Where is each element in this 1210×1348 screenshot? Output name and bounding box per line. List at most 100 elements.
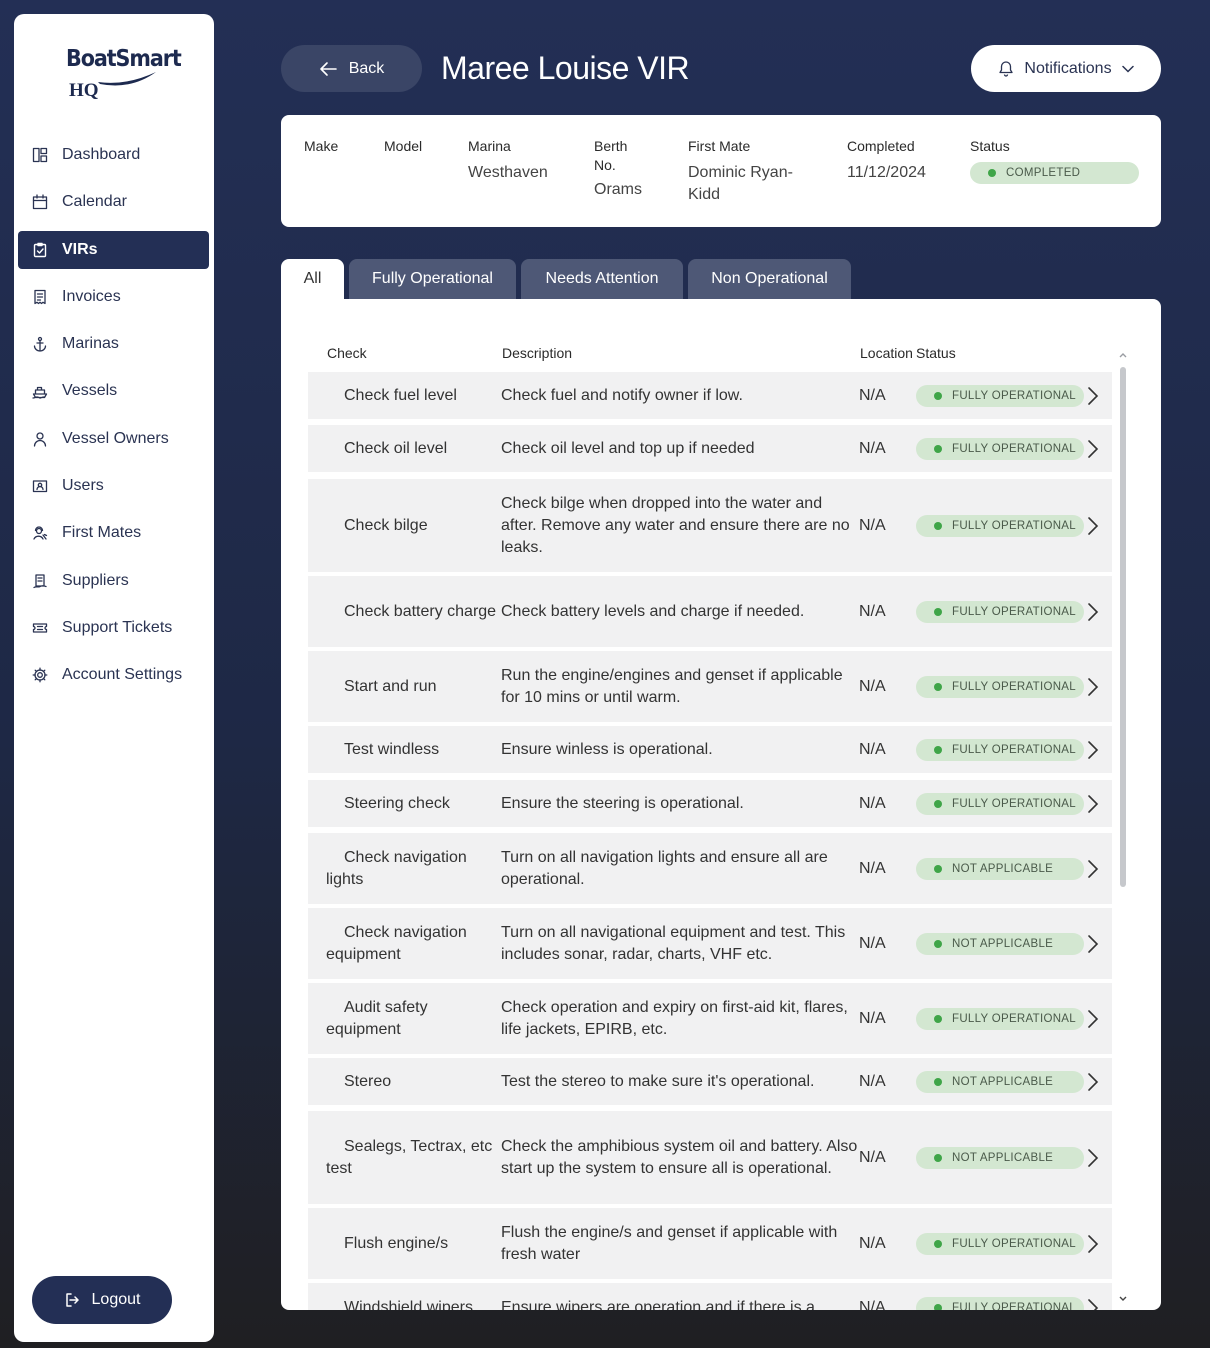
status-dot (934, 1304, 942, 1310)
chevron-right-icon[interactable] (1086, 794, 1100, 814)
notifications-button[interactable]: Notifications (971, 45, 1161, 92)
row-status-badge: FULLY OPERATIONAL (916, 1232, 1084, 1255)
chevron-right-icon[interactable] (1086, 439, 1100, 459)
table-row[interactable]: Check navigation lights Turn on all navig… (308, 833, 1112, 904)
sidebar-item-label: VIRs (62, 240, 98, 258)
row-location: N/A (859, 1299, 886, 1310)
table-row[interactable]: Windshield wipers Ensure wipers are opera… (308, 1283, 1112, 1310)
sidebar-item-label: Suppliers (62, 571, 129, 589)
status-badge: COMPLETED (970, 162, 1139, 184)
table-row[interactable]: Start and run Run the engine/engines and … (308, 651, 1112, 722)
row-status-badge: FULLY OPERATIONAL (916, 600, 1084, 623)
scroll-down-icon[interactable] (1118, 1295, 1128, 1303)
row-check: Steering check (344, 794, 450, 812)
row-location: N/A (859, 1072, 886, 1090)
sidebar-item-dashboard[interactable]: Dashboard (18, 136, 209, 174)
info-make: Make (304, 138, 339, 154)
row-status-badge: NOT APPLICABLE (916, 1146, 1084, 1169)
chevron-right-icon[interactable] (1086, 1009, 1100, 1029)
ticket-icon (32, 620, 48, 636)
tab-non-operational[interactable]: Non Operational (688, 259, 851, 299)
sidebar-item-first-mates[interactable]: First Mates (18, 514, 209, 552)
sidebar-item-invoices[interactable]: Invoices (18, 278, 209, 316)
tab-all[interactable]: All (281, 259, 344, 299)
table-row[interactable]: Flush engine/s Flush the engine/s and gen… (308, 1208, 1112, 1279)
row-status-badge: NOT APPLICABLE (916, 932, 1084, 955)
row-status-badge: FULLY OPERATIONAL (916, 437, 1084, 460)
table-row[interactable]: Stereo Test the stereo to make sure it's … (308, 1058, 1112, 1105)
chevron-right-icon[interactable] (1086, 934, 1100, 954)
info-marina: Marina Westhaven (468, 138, 548, 181)
chevron-right-icon[interactable] (1086, 740, 1100, 760)
chevron-right-icon[interactable] (1086, 677, 1100, 697)
row-location: N/A (859, 740, 886, 758)
boatsmart-logo[interactable]: BoatSmart HQ (66, 46, 182, 106)
chevron-right-icon[interactable] (1086, 1234, 1100, 1254)
col-status: Status (916, 345, 956, 361)
ship-icon (32, 383, 48, 400)
sidebar-item-label: Marinas (62, 335, 119, 353)
row-location: N/A (859, 1234, 886, 1252)
chevron-right-icon[interactable] (1086, 602, 1100, 622)
table-row[interactable]: Test windless Ensure winless is operation… (308, 726, 1112, 773)
table-row[interactable]: Check fuel level Check fuel and notify ow… (308, 372, 1112, 419)
row-status-badge: FULLY OPERATIONAL (916, 1007, 1084, 1030)
sidebar-nav: Dashboard Calendar VIRs Invoices Marinas Vess… (18, 136, 209, 704)
tab-fully-operational[interactable]: Fully Operational (349, 259, 516, 299)
row-location: N/A (859, 934, 886, 952)
sidebar-item-vessels[interactable]: Vessels (18, 372, 209, 410)
info-completed: Completed 11/12/2024 (847, 138, 926, 181)
status-dot (934, 799, 942, 808)
sidebar-item-label: Account Settings (62, 666, 183, 684)
logo-line1: BoatSmart (66, 46, 182, 72)
col-location: Location (860, 345, 913, 361)
table-row[interactable]: Check navigation equipment Turn on all na… (308, 908, 1112, 979)
checks-table: Check Description Location Status Check … (281, 299, 1161, 1310)
logout-button[interactable]: Logout (32, 1276, 172, 1324)
chevron-right-icon[interactable] (1086, 859, 1100, 879)
row-location: N/A (859, 386, 886, 404)
sidebar-item-marinas[interactable]: Marinas (18, 325, 209, 363)
sidebar-item-label: Support Tickets (62, 618, 173, 636)
row-description: Test the stereo to make sure it's operat… (501, 1072, 815, 1090)
row-location: N/A (859, 1009, 886, 1027)
sidebar-item-vessel-owners[interactable]: Vessel Owners (18, 420, 209, 458)
back-label: Back (348, 59, 385, 77)
table-scrollbar[interactable] (1117, 349, 1129, 1301)
chevron-right-icon[interactable] (1086, 1072, 1100, 1092)
sidebar-item-support-tickets[interactable]: Support Tickets (18, 609, 209, 647)
row-location: N/A (859, 794, 886, 812)
table-row[interactable]: Sealegs, Tectrax, etc test Check the amph… (308, 1111, 1112, 1204)
table-row[interactable]: Check bilge Check bilge when dropped into… (308, 479, 1112, 572)
chevron-right-icon[interactable] (1086, 1148, 1100, 1168)
sidebar-item-calendar[interactable]: Calendar (18, 183, 209, 221)
chevron-right-icon[interactable] (1086, 516, 1100, 536)
table-row[interactable]: Check oil level Check oil level and top u… (308, 425, 1112, 472)
row-status-badge: NOT APPLICABLE (916, 1070, 1084, 1093)
notifications-label: Notifications (1024, 59, 1112, 77)
scroll-up-icon[interactable] (1118, 351, 1128, 359)
chevron-right-icon[interactable] (1086, 1298, 1100, 1310)
table-row[interactable]: Steering check Ensure the steering is ope… (308, 780, 1112, 827)
sidebar-item-suppliers[interactable]: Suppliers (18, 562, 209, 600)
row-check: Start and run (344, 677, 437, 695)
sidebar-item-label: Vessels (62, 382, 118, 400)
status-dot (934, 682, 942, 691)
id-card-icon (32, 478, 48, 494)
scroll-thumb[interactable] (1120, 367, 1126, 887)
sidebar-item-virs[interactable]: VIRs (18, 230, 209, 269)
chevron-right-icon[interactable] (1086, 386, 1100, 406)
back-button[interactable]: Back (281, 45, 422, 92)
col-description: Description (502, 345, 573, 361)
row-check: Flush engine/s (344, 1234, 449, 1252)
sidebar-item-users[interactable]: Users (18, 467, 209, 505)
table-row[interactable]: Audit safety equipment Check operation an… (308, 983, 1112, 1054)
sidebar-item-account-settings[interactable]: Account Settings (18, 656, 209, 694)
table-row[interactable]: Check battery charge Check battery levels… (308, 576, 1112, 647)
table-body: Check fuel level Check fuel and notify ow… (308, 372, 1112, 1310)
row-check: Check battery charge (344, 602, 497, 620)
tab-needs-attention[interactable]: Needs Attention (521, 259, 683, 299)
status-dot (934, 1153, 942, 1162)
row-status-badge: FULLY OPERATIONAL (916, 514, 1084, 537)
supplier-icon (32, 573, 48, 589)
